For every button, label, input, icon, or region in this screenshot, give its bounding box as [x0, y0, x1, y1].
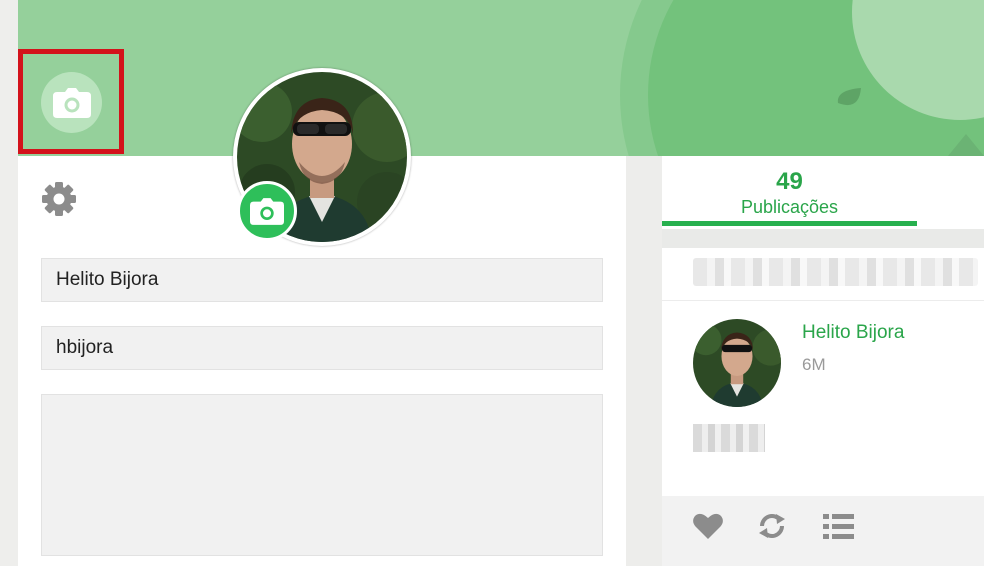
blurred-header	[693, 258, 978, 286]
cover-decoration	[620, 0, 984, 156]
cover-image	[18, 0, 984, 156]
post-author-avatar[interactable]	[693, 319, 781, 407]
posts-label[interactable]: Publicações	[662, 197, 917, 218]
blurred-post-text	[693, 424, 765, 452]
camera-icon	[250, 197, 284, 225]
avatar-photo	[693, 319, 781, 407]
settings-button[interactable]	[40, 180, 78, 218]
gear-icon	[42, 182, 76, 216]
camera-icon	[52, 87, 91, 118]
active-tab-indicator	[662, 221, 917, 226]
username-field[interactable]	[41, 326, 603, 370]
left-margin	[0, 0, 18, 566]
post-timestamp: 6M	[802, 355, 826, 374]
bio-field[interactable]	[41, 394, 603, 556]
posts-count[interactable]: 49	[662, 168, 917, 196]
repost-button[interactable]	[756, 510, 788, 542]
repost-icon	[759, 514, 785, 538]
column-gutter	[626, 156, 662, 566]
stats-card: 49 Publicações	[662, 156, 984, 229]
avatar-camera-button[interactable]	[237, 181, 297, 241]
divider	[662, 300, 984, 301]
cover-camera-button[interactable]	[41, 72, 102, 133]
list-icon	[823, 514, 854, 539]
post-author-name[interactable]: Helito Bijora	[802, 322, 904, 344]
heart-icon	[693, 513, 723, 539]
name-field[interactable]	[41, 258, 603, 302]
like-button[interactable]	[692, 510, 724, 542]
list-button[interactable]	[822, 510, 854, 542]
